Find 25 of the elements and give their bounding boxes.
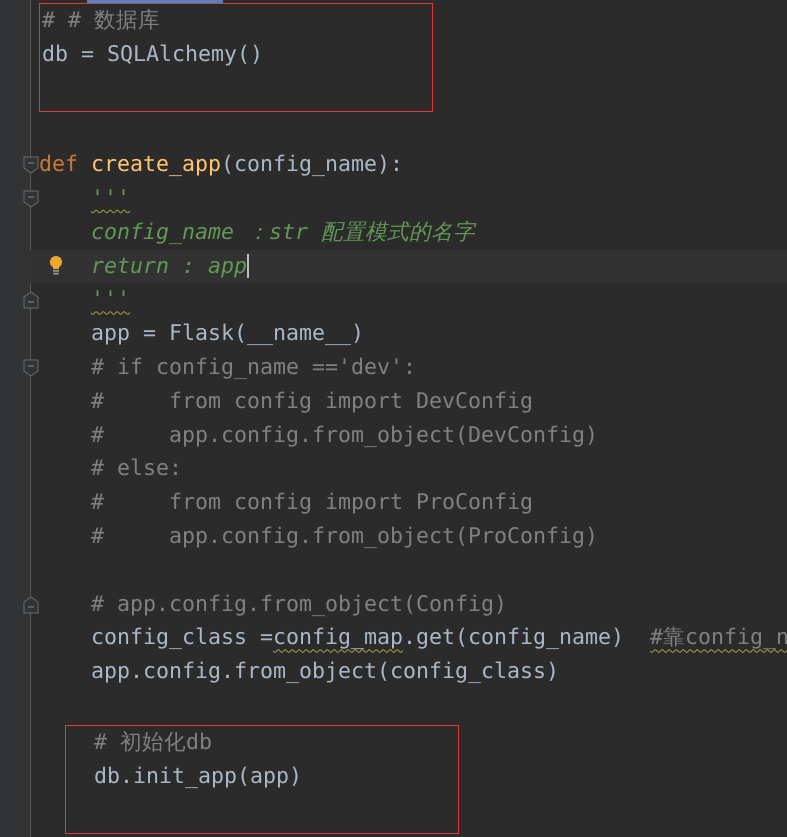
- fold-marker-icon[interactable]: [23, 291, 39, 310]
- code-line: # 初始化db: [94, 728, 212, 757]
- code-line: # from config import DevConfig: [91, 388, 534, 416]
- code-line: return : app: [91, 252, 248, 281]
- code-line: ''': [91, 286, 130, 314]
- fold-marker-icon[interactable]: [23, 156, 39, 174]
- fold-marker-icon[interactable]: [23, 596, 39, 614]
- code-line: config_class =config_map.get(config_name) #靠config_n: [91, 624, 787, 652]
- code-line: db = SQLAlchemy(): [42, 40, 264, 69]
- lightbulb-icon[interactable]: [49, 256, 63, 275]
- code-line: # from config import ProConfig: [91, 489, 534, 518]
- code-line: def create_app(config_name):: [39, 151, 404, 180]
- code-line: # app.config.from_object(ProConfig): [91, 522, 598, 551]
- code-line: # if config_name =='dev':: [91, 354, 416, 382]
- fold-marker-icon[interactable]: [23, 358, 39, 377]
- code-line: # # 数据库: [42, 7, 160, 35]
- code-line: app = Flask(__name__): [91, 320, 364, 348]
- code-line: # else:: [91, 455, 182, 484]
- code-line: # app.config.from_object(Config): [91, 590, 508, 619]
- code-line: config_name ：str 配置模式的名字: [91, 218, 476, 247]
- code-line: ''': [91, 184, 130, 213]
- code-line: app.config.from_object(config_class): [91, 658, 560, 686]
- code-line: # app.config.from_object(DevConfig): [91, 422, 598, 450]
- fold-marker-icon[interactable]: [23, 190, 39, 208]
- code-line: db.init_app(app): [94, 762, 302, 791]
